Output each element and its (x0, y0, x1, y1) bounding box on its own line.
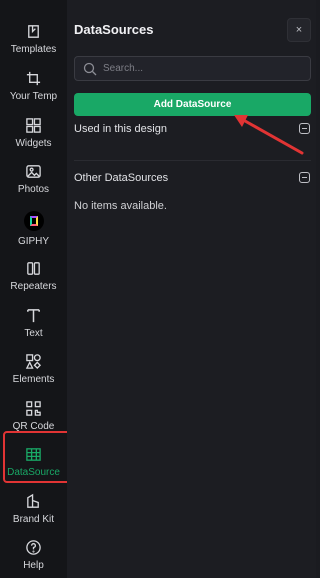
panel-title: DataSources (74, 22, 154, 37)
nav-item-templates[interactable]: Templates (0, 22, 67, 68)
nav-item-giphy[interactable]: GIPHY (0, 210, 67, 256)
empty-state-text: No items available. (74, 200, 167, 212)
annotation-arrow (234, 115, 304, 155)
section-other-datasources-title: Other DataSources (74, 172, 169, 184)
close-icon: × (295, 24, 303, 36)
nav-label-giphy: GIPHY (17, 236, 50, 247)
nav-label-templates: Templates (10, 44, 57, 55)
nav-item-photos[interactable]: Photos (0, 162, 67, 208)
datasources-panel: DataSources × Add DataSource Used in thi… (67, 0, 316, 578)
giphy-icon (23, 210, 45, 232)
nav-label-help: Help (23, 560, 44, 571)
nav-label-your-templates: Your Temp (9, 91, 58, 102)
nav-label-widgets: Widgets (15, 138, 52, 149)
section-used-in-design-title: Used in this design (74, 123, 167, 135)
nav-item-text[interactable]: Text (0, 306, 67, 352)
search-field[interactable] (74, 56, 311, 81)
brand-kit-icon (25, 492, 43, 510)
shapes-icon (25, 352, 43, 370)
nav-label-brand-kit: Brand Kit (12, 514, 55, 525)
photo-icon (25, 162, 43, 180)
close-panel-button[interactable]: × (287, 18, 311, 42)
widgets-icon (25, 116, 43, 134)
crop-icon (25, 69, 43, 87)
left-nav-rail: Templates Your Temp Widgets Photos GIPHY… (0, 0, 67, 578)
nav-label-text: Text (24, 328, 43, 339)
qr-icon (25, 399, 43, 417)
datasource-highlight-annotation (3, 431, 73, 483)
columns-icon (25, 259, 43, 277)
nav-label-elements: Elements (12, 374, 55, 385)
nav-item-your-templates[interactable]: Your Temp (0, 69, 67, 115)
help-icon (25, 538, 43, 556)
nav-item-brand-kit[interactable]: Brand Kit (0, 492, 67, 538)
text-icon (25, 306, 43, 324)
minus-icon (302, 177, 307, 178)
search-input[interactable] (103, 63, 303, 74)
nav-item-help[interactable]: Help (0, 538, 67, 578)
nav-label-repeaters: Repeaters (10, 281, 57, 292)
templates-icon (25, 22, 43, 40)
collapse-other-section-button[interactable] (299, 172, 310, 183)
nav-label-photos: Photos (17, 184, 50, 195)
nav-item-widgets[interactable]: Widgets (0, 116, 67, 162)
nav-item-repeaters[interactable]: Repeaters (0, 259, 67, 305)
search-icon (83, 62, 97, 75)
nav-item-elements[interactable]: Elements (0, 352, 67, 398)
